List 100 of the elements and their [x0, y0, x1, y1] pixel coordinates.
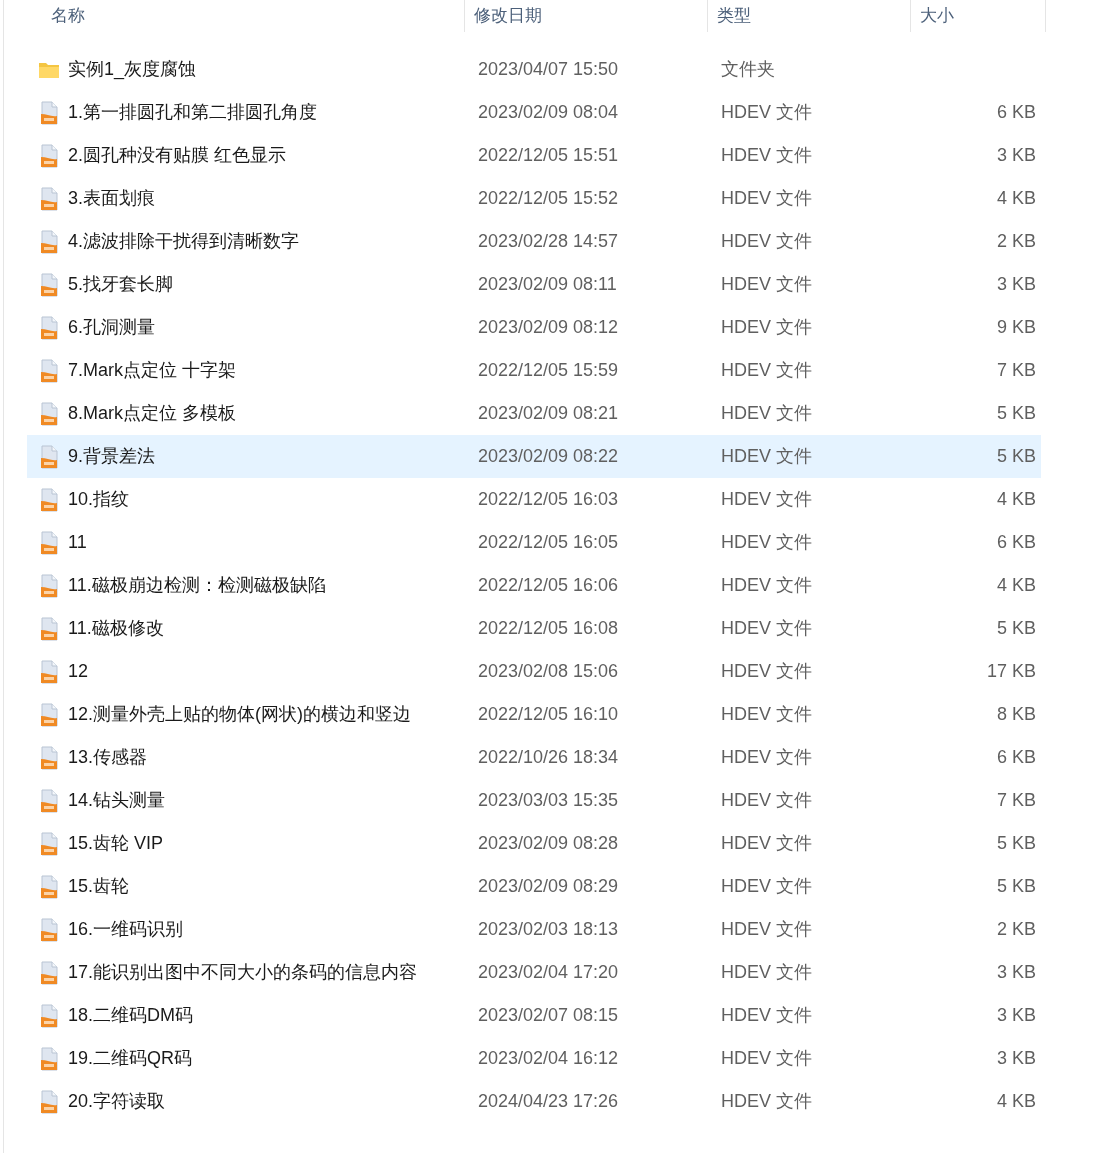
- file-name: 17.能识别出图中不同大小的条码的信息内容: [68, 961, 418, 984]
- file-type: HDEV 文件: [721, 1005, 812, 1025]
- document-icon: [39, 358, 59, 383]
- file-type: HDEV 文件: [721, 919, 812, 939]
- modified-date: 2023/02/03 18:13: [478, 919, 619, 939]
- file-name: 11.磁极崩边检测：检测磁极缺陷: [68, 574, 326, 597]
- modified-date: 2022/10/26 18:34: [478, 747, 619, 767]
- modified-date: 2023/02/09 08:04: [478, 102, 619, 122]
- file-type: HDEV 文件: [721, 962, 812, 982]
- file-size: 5 KB: [996, 402, 1036, 425]
- document-icon: [39, 702, 59, 727]
- file-name: 12.测量外壳上贴的物体(网状)的横边和竖边: [68, 703, 411, 726]
- file-type: HDEV 文件: [721, 231, 812, 251]
- modified-date: 2024/04/23 17:26: [478, 1091, 619, 1111]
- column-header[interactable]: 大小: [911, 0, 1046, 32]
- file-size: 8 KB: [996, 703, 1036, 726]
- file-size: 3 KB: [996, 1047, 1036, 1070]
- document-icon: [39, 1089, 59, 1114]
- file-name: 2.圆孔种没有贴膜 红色显示: [68, 144, 286, 167]
- document-icon: [39, 444, 59, 469]
- modified-date: 2022/12/05 16:06: [478, 575, 619, 595]
- modified-date: 2023/02/04 17:20: [478, 962, 619, 982]
- file-size: 5 KB: [996, 445, 1036, 468]
- file-type: HDEV 文件: [721, 360, 812, 380]
- modified-date: 2023/02/28 14:57: [478, 231, 619, 251]
- file-size: 5 KB: [996, 832, 1036, 855]
- document-icon: [39, 530, 59, 555]
- modified-date: 2023/02/09 08:21: [478, 403, 619, 423]
- file-name: 11.磁极修改: [68, 617, 164, 640]
- file-size: 6 KB: [996, 101, 1036, 124]
- file-name: 16.一维码识别: [68, 918, 184, 941]
- file-size: 7 KB: [996, 789, 1036, 812]
- file-type: HDEV 文件: [721, 661, 812, 681]
- file-name: 20.字符读取: [68, 1090, 166, 1113]
- document-icon: [39, 659, 59, 684]
- file-name: 8.Mark点定位 多模板: [68, 402, 236, 425]
- modified-date: 2023/02/09 08:22: [478, 446, 619, 466]
- file-type: HDEV 文件: [721, 317, 812, 337]
- modified-date: 2023/02/09 08:11: [478, 274, 617, 294]
- file-name: 9.背景差法: [68, 445, 155, 468]
- file-name: 7.Mark点定位 十字架: [68, 359, 236, 382]
- document-icon: [39, 573, 59, 598]
- file-type: HDEV 文件: [721, 145, 812, 165]
- document-icon: [39, 788, 59, 813]
- modified-date: 2023/02/09 08:12: [478, 317, 619, 337]
- document-icon: [39, 874, 59, 899]
- file-row[interactable]: 9.背景差法 2023/02/09 08:22 HDEV 文件 5 KB: [27, 435, 1041, 478]
- file-name: 19.二维码QR码: [68, 1047, 193, 1070]
- modified-date: 2022/12/05 15:59: [478, 360, 619, 380]
- file-type: HDEV 文件: [721, 618, 812, 638]
- folder-icon: [38, 60, 60, 79]
- file-name: 14.钻头测量: [68, 789, 166, 812]
- modified-date: 2023/02/09 08:28: [478, 833, 619, 853]
- modified-date: 2022/12/05 16:03: [478, 489, 619, 509]
- file-type: HDEV 文件: [721, 747, 812, 767]
- column-header[interactable]: 类型: [708, 0, 911, 32]
- modified-date: 2023/02/04 16:12: [478, 1048, 619, 1068]
- file-name: 4.滤波排除干扰得到清晰数字: [68, 230, 299, 253]
- document-icon: [39, 1003, 59, 1028]
- file-name: 15.齿轮 VIP: [68, 832, 164, 855]
- file-type: 文件夹: [721, 59, 775, 79]
- file-name: 13.传感器: [68, 746, 148, 769]
- file-size: 3 KB: [996, 144, 1036, 167]
- file-size: 3 KB: [996, 273, 1036, 296]
- file-size: 4 KB: [996, 187, 1036, 210]
- file-size: 4 KB: [996, 488, 1036, 511]
- file-size: 9 KB: [996, 316, 1036, 339]
- document-icon: [39, 143, 59, 168]
- file-size: 2 KB: [996, 230, 1036, 253]
- column-header[interactable]: 修改日期: [465, 0, 708, 32]
- modified-date: 2022/12/05 16:10: [478, 704, 619, 724]
- file-type: HDEV 文件: [721, 1048, 812, 1068]
- column-header[interactable]: 名称: [4, 0, 465, 32]
- file-type: HDEV 文件: [721, 876, 812, 896]
- file-size: 17 KB: [986, 660, 1036, 683]
- file-type: HDEV 文件: [721, 102, 812, 122]
- modified-date: 2022/12/05 15:51: [478, 145, 619, 165]
- file-size: 5 KB: [996, 875, 1036, 898]
- file-size: 3 KB: [996, 1004, 1036, 1027]
- file-size: 2 KB: [996, 918, 1036, 941]
- document-icon: [39, 229, 59, 254]
- file-type: HDEV 文件: [721, 704, 812, 724]
- file-size: 5 KB: [996, 617, 1036, 640]
- document-icon: [39, 1046, 59, 1071]
- file-size: 4 KB: [996, 574, 1036, 597]
- file-type: HDEV 文件: [721, 1091, 812, 1111]
- modified-date: 2022/12/05 16:05: [478, 532, 619, 552]
- file-type: HDEV 文件: [721, 790, 812, 810]
- file-size: 4 KB: [996, 1090, 1036, 1113]
- document-icon: [39, 315, 59, 340]
- modified-date: 2023/03/03 15:35: [478, 790, 619, 810]
- modified-date: 2023/02/09 08:29: [478, 876, 619, 896]
- file-name: 实例1_灰度腐蚀: [68, 58, 197, 82]
- document-icon: [39, 917, 59, 942]
- file-type: HDEV 文件: [721, 532, 812, 552]
- document-icon: [39, 487, 59, 512]
- file-size: 6 KB: [996, 531, 1036, 554]
- modified-date: 2022/12/05 16:08: [478, 618, 619, 638]
- file-name: 11: [68, 531, 87, 554]
- modified-date: 2023/02/07 08:15: [478, 1005, 619, 1025]
